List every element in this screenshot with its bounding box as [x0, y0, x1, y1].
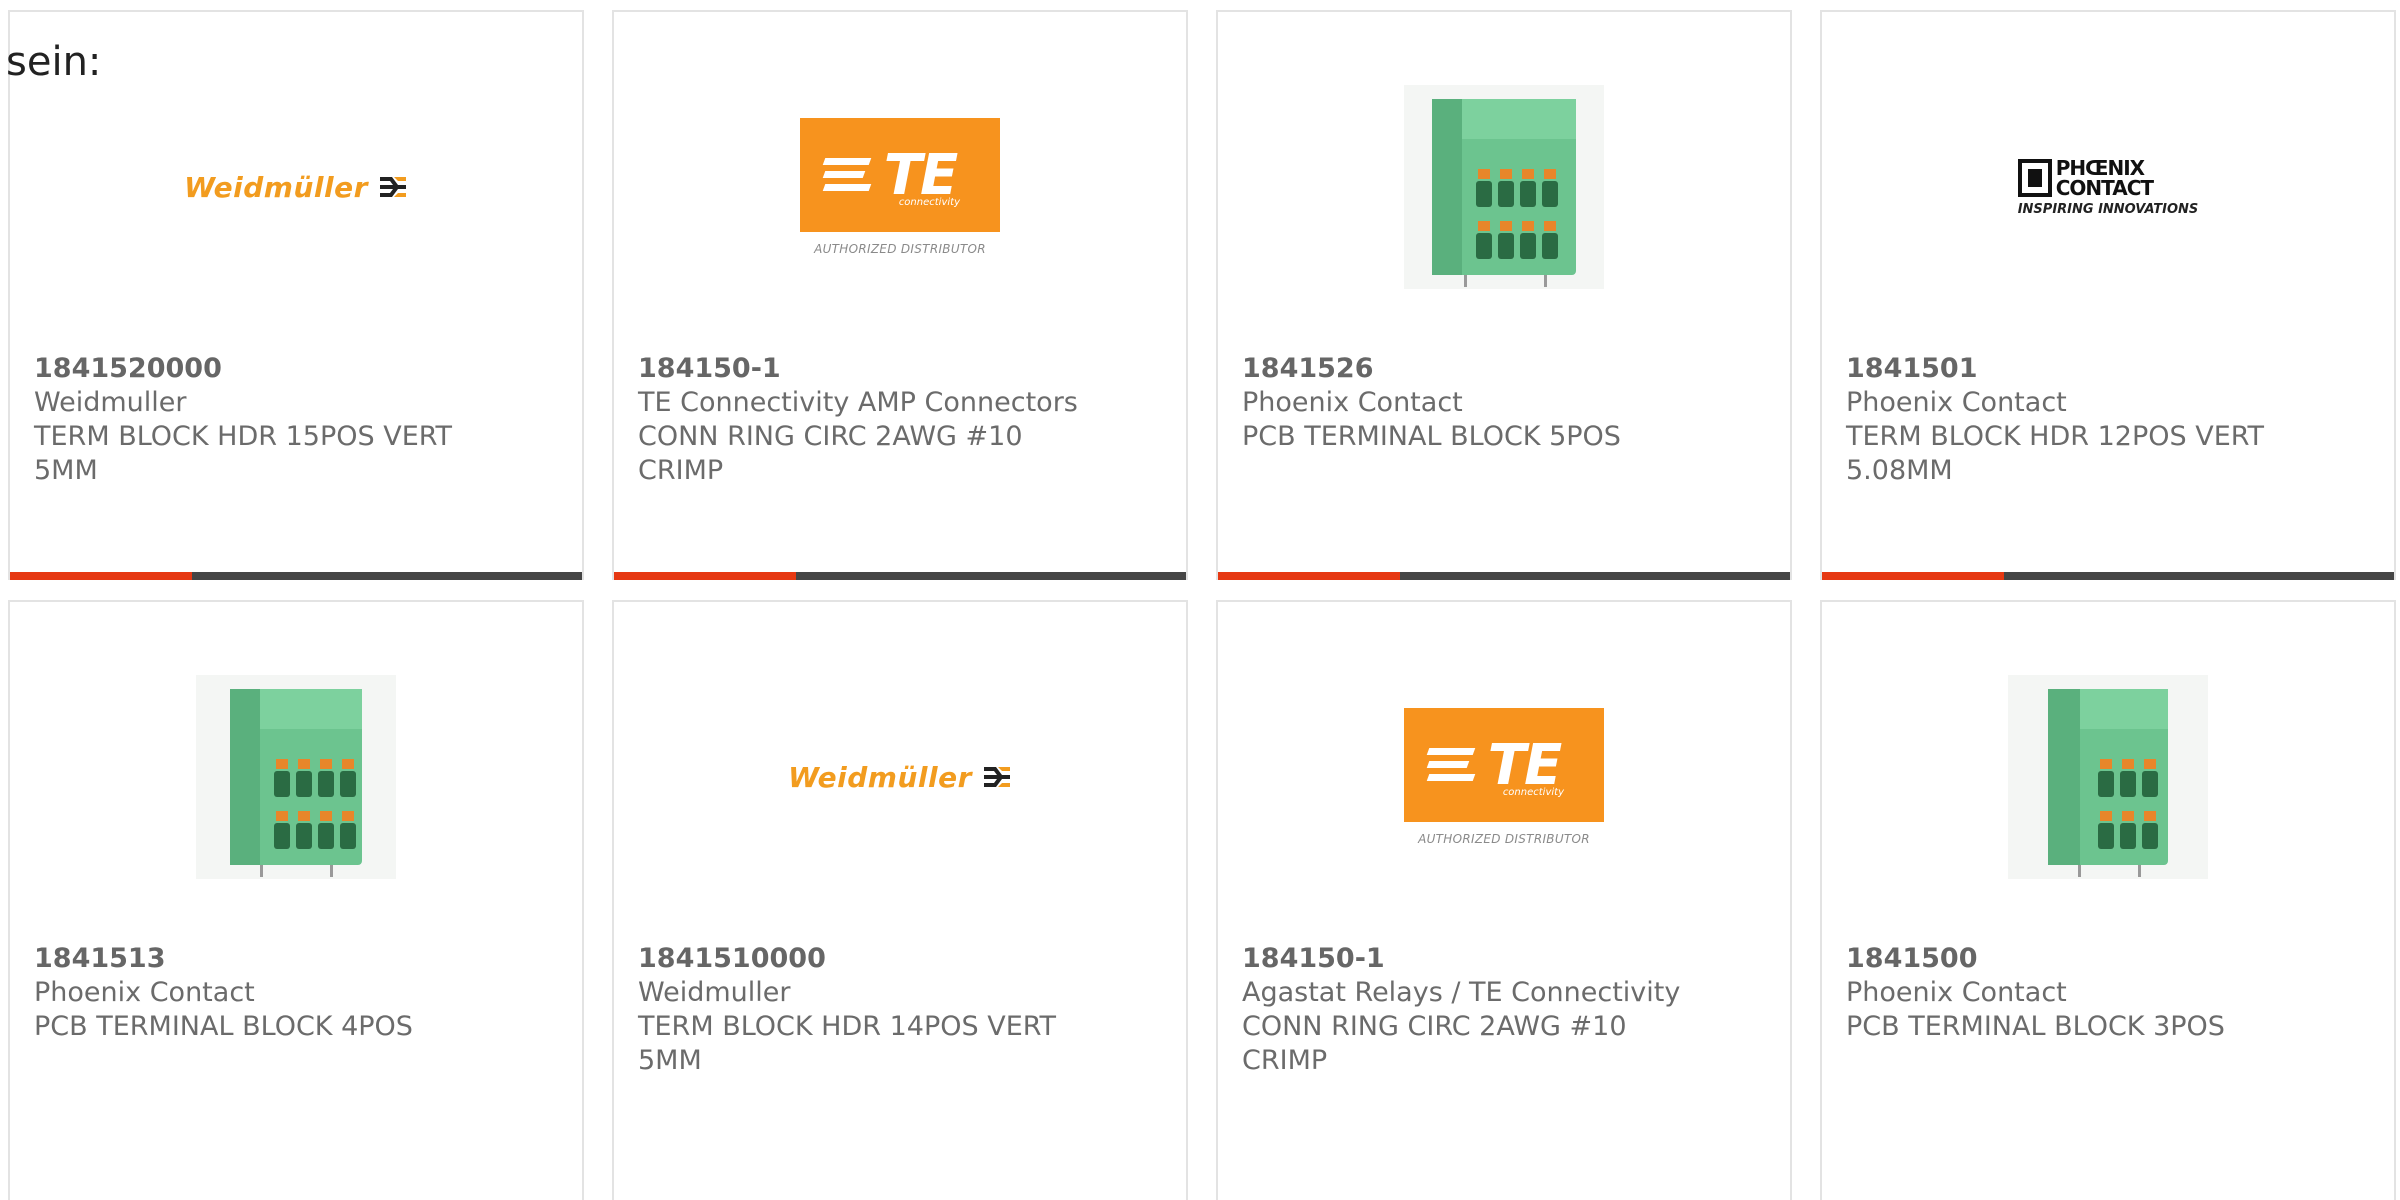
description-line: CRIMP [638, 455, 724, 486]
product-image[interactable] [1218, 62, 1790, 312]
te-logo-subtext: connectivity [1502, 787, 1564, 798]
terminal-block-photo [2008, 675, 2208, 879]
card-bottom-bar [614, 572, 1186, 580]
description-line: PCB TERMINAL BLOCK 3POS [1846, 1011, 2225, 1042]
weidmuller-logo: Weidmüller [788, 761, 1012, 794]
description-line: TERM BLOCK HDR 12POS VERT [1846, 421, 2265, 452]
card-accent-bar [10, 572, 192, 580]
card-accent-bar [614, 572, 796, 580]
card-bottom-bar [1218, 572, 1790, 580]
product-card[interactable]: TE connectivity AUTHORIZED DISTRIBUTOR 1… [612, 10, 1188, 580]
product-info: 1841501 Phoenix Contact TERM BLOCK HDR 1… [1846, 352, 2370, 488]
part-number[interactable]: 184150-1 [638, 352, 1162, 386]
product-card[interactable]: TE connectivity AUTHORIZED DISTRIBUTOR 1… [1216, 600, 1792, 1200]
description-line: CRIMP [1242, 1045, 1328, 1076]
description-line: 5.08MM [1846, 455, 1953, 486]
card-accent-bar [1218, 572, 1400, 580]
part-number[interactable]: 1841520000 [34, 352, 558, 386]
te-logo-box: TE connectivity [800, 118, 1000, 232]
weidmuller-mark-icon [379, 177, 406, 197]
manufacturer: TE Connectivity AMP Connectors [638, 387, 1078, 418]
te-lines-icon [822, 158, 872, 197]
product-info: 1841526 Phoenix Contact PCB TERMINAL BLO… [1242, 352, 1766, 454]
weidmuller-mark-icon [983, 767, 1010, 787]
product-info: 1841520000 Weidmuller TERM BLOCK HDR 15P… [34, 352, 558, 488]
te-authorized-text: AUTHORIZED DISTRIBUTOR [814, 242, 986, 256]
description-line: TERM BLOCK HDR 14POS VERT [638, 1011, 1057, 1042]
terminal-block-photo [1404, 85, 1604, 289]
product-card[interactable]: 1841526 Phoenix Contact PCB TERMINAL BLO… [1216, 10, 1792, 580]
phoenix-logo-line2: CONTACT [2055, 175, 2154, 200]
product-image[interactable]: TE connectivity AUTHORIZED DISTRIBUTOR [1218, 652, 1790, 902]
manufacturer: Weidmuller [638, 977, 791, 1008]
weidmuller-logo-text: Weidmüller [184, 170, 368, 204]
product-info: 1841500 Phoenix Contact PCB TERMINAL BLO… [1846, 942, 2370, 1044]
part-number[interactable]: 1841500 [1846, 942, 2370, 976]
description-line: PCB TERMINAL BLOCK 4POS [34, 1011, 413, 1042]
description-line: 5MM [34, 455, 98, 486]
terminal-block-photo [196, 675, 396, 879]
te-logo-box: TE connectivity [1404, 708, 1604, 822]
product-info: 1841510000 Weidmuller TERM BLOCK HDR 14P… [638, 942, 1162, 1078]
description-line: 5MM [638, 1045, 702, 1076]
part-number[interactable]: 1841501 [1846, 352, 2370, 386]
card-bottom-bar [1822, 572, 2394, 580]
part-number[interactable]: 1841526 [1242, 352, 1766, 386]
description-line: CONN RING CIRC 2AWG #10 [638, 421, 1023, 452]
weidmuller-logo: Weidmüller [184, 171, 408, 204]
lead-text: sein: [6, 39, 102, 85]
product-image[interactable] [10, 652, 582, 902]
card-accent-bar [1822, 572, 2004, 580]
product-card[interactable]: Weidmüller 1841510000 Weidmuller TERM BL… [612, 600, 1188, 1200]
product-info: 1841513 Phoenix Contact PCB TERMINAL BLO… [34, 942, 558, 1044]
phoenix-tagline: INSPIRING INNOVATIONS [2017, 201, 2199, 217]
part-number[interactable]: 184150-1 [1242, 942, 1766, 976]
product-info: 184150-1 Agastat Relays / TE Connectivit… [1242, 942, 1766, 1078]
phoenix-logo-line1: PHŒNIX [2055, 155, 2145, 180]
manufacturer: Weidmuller [34, 387, 187, 418]
te-logo: TE connectivity AUTHORIZED DISTRIBUTOR [1404, 708, 1604, 846]
card-bottom-bar [10, 572, 582, 580]
product-image[interactable]: TE connectivity AUTHORIZED DISTRIBUTOR [614, 62, 1186, 312]
manufacturer: Phoenix Contact [34, 977, 255, 1008]
phoenix-contact-logo: PHŒNIX CONTACT INSPIRING INNOVATIONS [2017, 155, 2199, 217]
product-image[interactable] [1822, 652, 2394, 902]
product-card[interactable]: 1841500 Phoenix Contact PCB TERMINAL BLO… [1820, 600, 2396, 1200]
product-card[interactable]: 1841513 Phoenix Contact PCB TERMINAL BLO… [8, 600, 584, 1200]
part-number[interactable]: 1841513 [34, 942, 558, 976]
phoenix-mark-icon [2017, 158, 2052, 197]
te-authorized-text: AUTHORIZED DISTRIBUTOR [1418, 832, 1590, 846]
te-logo: TE connectivity AUTHORIZED DISTRIBUTOR [800, 118, 1000, 256]
product-info: 184150-1 TE Connectivity AMP Connectors … [638, 352, 1162, 488]
description-line: PCB TERMINAL BLOCK 5POS [1242, 421, 1621, 452]
weidmuller-logo-text: Weidmüller [788, 760, 972, 794]
manufacturer: Agastat Relays / TE Connectivity [1242, 977, 1681, 1008]
manufacturer: Phoenix Contact [1846, 977, 2067, 1008]
product-image[interactable]: Weidmüller [10, 62, 582, 312]
description-line: TERM BLOCK HDR 15POS VERT [34, 421, 453, 452]
manufacturer: Phoenix Contact [1846, 387, 2067, 418]
product-image[interactable]: Weidmüller [614, 652, 1186, 902]
te-logo-subtext: connectivity [898, 197, 960, 208]
product-image[interactable]: PHŒNIX CONTACT INSPIRING INNOVATIONS [1822, 62, 2394, 312]
te-lines-icon [1426, 748, 1476, 787]
manufacturer: Phoenix Contact [1242, 387, 1463, 418]
product-card[interactable]: PHŒNIX CONTACT INSPIRING INNOVATIONS 184… [1820, 10, 2396, 580]
description-line: CONN RING CIRC 2AWG #10 [1242, 1011, 1627, 1042]
part-number[interactable]: 1841510000 [638, 942, 1162, 976]
product-card[interactable]: Weidmüller 1841520000 Weidmuller TERM BL… [8, 10, 584, 580]
